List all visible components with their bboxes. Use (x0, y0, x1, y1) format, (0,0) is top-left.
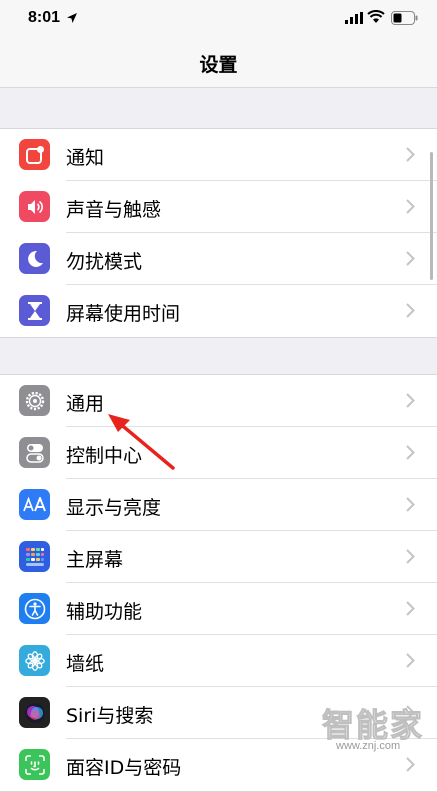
status-bar: 8:01 (0, 0, 437, 38)
toggles-icon (19, 437, 50, 468)
row-label: 面容ID与密码 (66, 757, 182, 779)
moon-icon (19, 243, 50, 274)
settings-row-home-screen[interactable]: 主屏幕 (0, 531, 437, 583)
annotation-arrow-icon (108, 414, 175, 470)
accessibility-icon (19, 593, 50, 624)
watermark: 智能家 www.znj.com (321, 700, 430, 755)
settings-row-display-brightness[interactable]: 显示与亮度 (0, 479, 437, 531)
chevron-right-icon (406, 445, 415, 460)
gear-icon (19, 385, 50, 416)
settings-row-screen-time[interactable]: 屏幕使用时间 (0, 285, 437, 337)
watermark-url: www.znj.com (336, 740, 401, 752)
wifi-icon (367, 10, 385, 23)
row-label: 勿扰模式 (66, 251, 143, 273)
row-label: 通用 (66, 393, 105, 415)
chevron-right-icon (406, 199, 415, 214)
cellular-signal-icon (345, 12, 363, 24)
row-label: 屏幕使用时间 (66, 303, 181, 325)
display-aa-icon (19, 489, 50, 520)
settings-row-do-not-disturb[interactable]: 勿扰模式 (0, 233, 437, 285)
row-label: 声音与触感 (66, 199, 162, 221)
settings-group-1: 通知 声音与触感 勿扰模式 屏幕使用时间 (0, 128, 437, 338)
chevron-right-icon (406, 549, 415, 564)
location-arrow-icon (67, 13, 77, 23)
settings-row-notifications[interactable]: 通知 (0, 129, 437, 181)
battery-icon (391, 11, 418, 25)
notifications-icon (19, 139, 50, 170)
chevron-right-icon (406, 601, 415, 616)
row-label: 辅助功能 (66, 601, 143, 623)
settings-row-sounds[interactable]: 声音与触感 (0, 181, 437, 233)
face-id-icon (19, 749, 50, 780)
nav-bar: 设置 (0, 38, 437, 88)
chevron-right-icon (406, 147, 415, 162)
chevron-right-icon (406, 393, 415, 408)
row-label: 显示与亮度 (66, 497, 162, 519)
row-label: Siri与搜索 (66, 705, 154, 727)
settings-row-general[interactable]: 通用 (0, 375, 437, 427)
settings-row-wallpaper[interactable]: 墙纸 (0, 635, 437, 687)
chevron-right-icon (406, 251, 415, 266)
page-title: 设置 (199, 54, 238, 76)
chevron-right-icon (406, 497, 415, 512)
status-time: 8:01 (28, 9, 61, 26)
scroll-indicator[interactable] (430, 152, 433, 280)
chevron-right-icon (406, 653, 415, 668)
home-screen-grid-icon (19, 541, 50, 572)
row-label: 通知 (66, 147, 105, 169)
settings-row-accessibility[interactable]: 辅助功能 (0, 583, 437, 635)
sound-icon (19, 191, 50, 222)
wallpaper-flower-icon (19, 645, 50, 676)
row-label: 主屏幕 (66, 549, 124, 571)
hourglass-icon (19, 295, 50, 326)
row-label: 墙纸 (66, 653, 105, 675)
siri-icon (19, 697, 50, 728)
chevron-right-icon (406, 757, 415, 772)
chevron-right-icon (406, 303, 415, 318)
settings-row-control-center[interactable]: 控制中心 (0, 427, 437, 479)
